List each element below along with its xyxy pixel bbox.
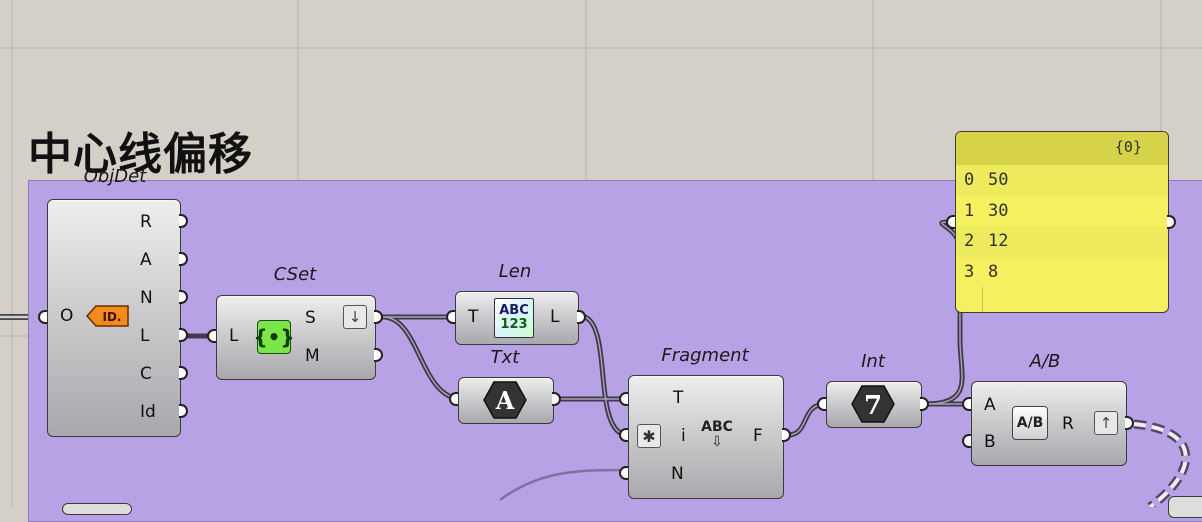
data-panel[interactable]: {0} 0 50 1 30 2 12 3 8 <box>955 131 1169 313</box>
division-icon: A/B <box>1012 406 1048 440</box>
objdet-output-c: C <box>140 364 152 384</box>
len-input-label: T <box>468 307 479 327</box>
panel-rows: 0 50 1 30 2 12 3 8 <box>956 165 1168 287</box>
objdet-nickname: ObjDet <box>83 166 147 187</box>
graft-arrow-icon[interactable]: ↑ <box>1094 411 1118 435</box>
fragment-input-n: N <box>671 464 684 484</box>
objdet-output-r: R <box>140 212 152 232</box>
ab-input-b: B <box>984 432 996 452</box>
text-param-icon: A <box>483 381 527 419</box>
objdet-output-id: Id <box>140 402 156 422</box>
panel-row-index: 3 <box>964 261 975 282</box>
fragment-grip-i[interactable] <box>619 428 628 442</box>
svg-text:A: A <box>495 386 515 415</box>
set-braces-icon: {•} <box>253 320 295 354</box>
panel-row: 3 8 <box>956 256 1168 287</box>
cset-component[interactable]: L {•} S M ↓ <box>216 295 376 380</box>
fragment-component[interactable]: T i N ✱ ABC ⇩ F <box>628 375 784 499</box>
fragment-output-f: F <box>753 426 763 446</box>
int-component[interactable]: 7 <box>826 381 922 428</box>
svg-text:7: 7 <box>864 391 882 421</box>
panel-path: {0} <box>1114 138 1142 156</box>
ab-output-r: R <box>1062 414 1074 434</box>
txt-component[interactable]: A <box>458 377 554 424</box>
panel-row: 2 12 <box>956 226 1168 257</box>
objdet-output-n: N <box>140 288 153 308</box>
flatten-arrow-icon[interactable]: ↓ <box>343 305 367 329</box>
panel-row: 0 50 <box>956 165 1168 196</box>
len-output-label: L <box>550 307 560 327</box>
text-fragment-icon: ABC ⇩ <box>701 418 733 450</box>
objdet-input-grip[interactable] <box>38 310 47 324</box>
svg-text:ID.: ID. <box>103 310 122 324</box>
panel-row-value: 12 <box>988 231 1009 251</box>
objdet-output-l: L <box>140 326 150 346</box>
cset-output-m: M <box>305 346 320 366</box>
len-input-grip[interactable] <box>446 310 455 324</box>
panel-row-index: 1 <box>964 200 975 221</box>
panel-input-grip[interactable] <box>946 215 955 229</box>
panel-row-value: 8 <box>988 261 999 282</box>
ab-component[interactable]: A B A/B R ↑ <box>971 381 1127 466</box>
int-input-grip[interactable] <box>817 397 826 411</box>
text-length-icon: ABC 123 <box>494 298 534 338</box>
objdet-input-label: O <box>60 306 74 326</box>
fragment-input-i: i <box>681 426 686 446</box>
fragment-grip-t[interactable] <box>619 392 628 406</box>
int-nickname: Int <box>861 351 885 372</box>
ab-grip-a[interactable] <box>962 397 971 411</box>
ab-input-a: A <box>984 395 996 415</box>
cset-input-label: L <box>229 326 239 346</box>
fragment-grip-n[interactable] <box>619 466 628 480</box>
panel-row-index: 0 <box>964 170 975 190</box>
txt-input-grip[interactable] <box>449 392 458 406</box>
panel-row-value: 50 <box>988 170 1009 190</box>
cset-input-grip[interactable] <box>207 329 216 343</box>
panel-row: 1 30 <box>956 195 1168 226</box>
partial-component-bottom-left[interactable] <box>62 503 132 515</box>
objdet-output-a: A <box>140 250 152 270</box>
multiply-modifier-icon[interactable]: ✱ <box>637 424 661 448</box>
integer-param-icon: 7 <box>851 385 895 423</box>
panel-row-index: 2 <box>964 231 975 251</box>
object-id-icon: ID. <box>86 304 130 328</box>
cset-output-s: S <box>305 308 316 328</box>
fragment-input-t: T <box>673 388 684 408</box>
txt-nickname: Txt <box>490 347 520 368</box>
len-component[interactable]: T ABC 123 L <box>455 291 579 345</box>
cset-nickname: CSet <box>273 264 317 285</box>
objdet-component[interactable]: O R A N L C Id ID. <box>47 199 181 437</box>
panel-row-value: 30 <box>988 200 1009 221</box>
panel-header: {0} <box>956 132 1168 165</box>
ab-grip-b[interactable] <box>962 434 971 448</box>
fragment-nickname: Fragment <box>661 345 749 366</box>
ab-nickname: A/B <box>1029 351 1061 372</box>
len-nickname: Len <box>498 261 532 282</box>
partial-component-bottom-right[interactable] <box>1168 496 1202 518</box>
